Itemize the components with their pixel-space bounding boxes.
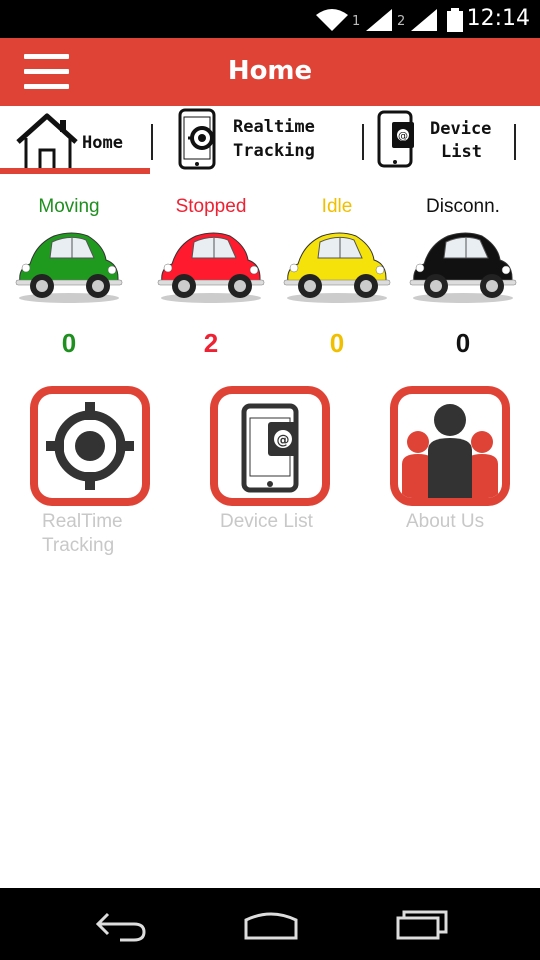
phone-contacts-icon: @ [377,110,414,168]
status-count: 0 [61,328,77,358]
crosshair-target-icon [46,402,134,490]
tab-realtime-tracking[interactable]: Realtime Tracking [170,106,360,178]
tab-divider [514,124,516,160]
svg-text:@: @ [398,131,408,142]
status-count: 2 [203,328,219,358]
about-us-label: About Us [406,511,485,532]
status-disconn[interactable]: Disconn. 0 [398,196,528,362]
signal-icon [366,9,392,31]
tab-selected-indicator [0,168,150,174]
svg-text:@: @ [277,433,290,448]
status-stopped[interactable]: Stopped 2 [146,196,276,362]
sim2-label: 2 [397,14,406,29]
car-icon [408,224,518,308]
status-count: 0 [329,328,345,358]
realtime-tracking-label: RealTime Tracking [42,511,123,556]
tab-device-label-2: List [441,142,482,162]
car-icon [14,224,124,308]
recent-apps-icon[interactable] [394,906,452,942]
tab-realtime-label-2: Tracking [233,141,315,161]
home-nav-icon[interactable] [242,906,300,942]
page-title: Home [227,56,313,86]
phone-tracking-icon [178,108,216,170]
about-us-button[interactable] [390,386,510,506]
tab-divider [362,124,364,160]
status-label: Disconn. [426,196,500,217]
back-icon[interactable] [94,906,148,942]
tab-device-label-1: Device [430,119,492,139]
system-navigation-bar [0,888,540,960]
battery-icon [447,8,463,32]
status-idle[interactable]: Idle 0 [272,196,402,362]
tab-realtime-label-1: Realtime [233,117,315,137]
status-bar: 1 2 12:14 [0,0,540,38]
wifi-icon [316,9,348,31]
tab-home-label: Home [82,133,123,153]
status-label: Stopped [175,196,247,217]
device-list-button[interactable]: @ [210,386,330,506]
status-label: Moving [38,196,100,217]
clock: 12:14 [466,6,530,31]
tab-device-list[interactable]: @ Device List [375,106,515,178]
house-icon [16,113,78,172]
people-group-icon [402,404,498,498]
car-icon [156,224,266,308]
realtime-tracking-button[interactable] [30,386,150,506]
status-label: Idle [321,196,353,217]
tab-divider [151,124,153,160]
status-count: 0 [455,328,471,358]
phone-contacts-icon: @ [241,403,299,493]
app-bar: Home [0,38,540,106]
status-moving[interactable]: Moving 0 [4,196,134,362]
sim1-label: 1 [352,14,361,29]
device-list-label: Device List [220,511,313,532]
signal-icon [411,9,437,31]
car-icon [282,224,392,308]
